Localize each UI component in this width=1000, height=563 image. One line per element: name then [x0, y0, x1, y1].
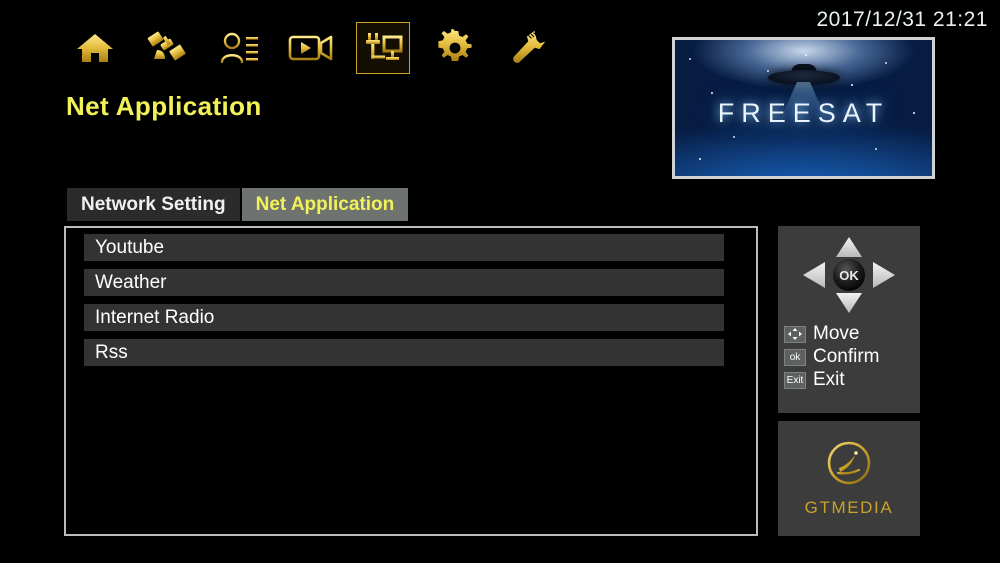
gtmedia-logo-icon: [825, 439, 873, 492]
nav-item-settings[interactable]: [428, 22, 482, 74]
preview-image: FREESAT: [675, 40, 932, 176]
nav-item-satellite[interactable]: [140, 22, 194, 74]
user-list-icon: [218, 30, 260, 66]
help-legend: Move ok Confirm Exit Exit: [784, 324, 880, 393]
dpad-down-arrow: [836, 293, 862, 313]
dpad-up-arrow: [836, 237, 862, 257]
application-list: Youtube Weather Internet Radio Rss: [84, 234, 724, 374]
freesat-brand-text: FREESAT: [717, 98, 890, 128]
satellite-icon: [146, 29, 188, 67]
gear-icon: [436, 29, 474, 67]
legend-label-move: Move: [813, 323, 860, 344]
legend-row-confirm: ok Confirm: [784, 347, 880, 367]
main-nav-bar: [68, 22, 554, 74]
nav-item-media[interactable]: [284, 22, 338, 74]
list-item[interactable]: Youtube: [84, 234, 724, 261]
datetime-display: 2017/12/31 21:21: [816, 8, 988, 31]
video-camera-icon: [288, 31, 334, 65]
help-panel: OK Move ok Confirm Exit Exit: [778, 226, 920, 413]
list-item[interactable]: Internet Radio: [84, 304, 724, 331]
home-icon: [75, 30, 115, 66]
dpad-right-arrow: [873, 262, 895, 288]
dpad-left-arrow: [803, 262, 825, 288]
nav-item-tools[interactable]: [500, 22, 554, 74]
network-monitor-icon: [363, 31, 403, 65]
legend-row-exit: Exit Exit: [784, 370, 880, 390]
nav-item-home[interactable]: [68, 22, 122, 74]
list-item[interactable]: Rss: [84, 339, 724, 366]
legend-label-exit: Exit: [813, 369, 845, 390]
nav-item-net-application[interactable]: [356, 22, 410, 74]
tab-bar: Network Setting Net Application: [67, 188, 409, 221]
exit-key-icon: Exit: [784, 371, 806, 389]
legend-row-move: Move: [784, 324, 880, 344]
brand-panel: GTMEDIA: [778, 421, 920, 536]
svg-text:OK: OK: [839, 268, 859, 283]
gtmedia-brand-text: GTMEDIA: [804, 498, 894, 517]
ok-key-icon: ok: [784, 348, 806, 366]
nav-item-channel-list[interactable]: [212, 22, 266, 74]
dpad-diagram: OK: [778, 232, 920, 318]
arrows-key-icon: [784, 325, 806, 343]
wrench-icon: [508, 29, 546, 67]
tab-net-application[interactable]: Net Application: [241, 188, 409, 221]
tab-network-setting[interactable]: Network Setting: [67, 188, 240, 221]
page-title: Net Application: [66, 91, 262, 121]
tv-settings-screen: 2017/12/31 21:21 Net Application FREESAT…: [0, 0, 1000, 563]
list-item[interactable]: Weather: [84, 269, 724, 296]
video-preview-window[interactable]: FREESAT: [672, 37, 935, 179]
legend-label-confirm: Confirm: [813, 346, 880, 367]
net-application-list-panel: Youtube Weather Internet Radio Rss: [64, 226, 758, 536]
